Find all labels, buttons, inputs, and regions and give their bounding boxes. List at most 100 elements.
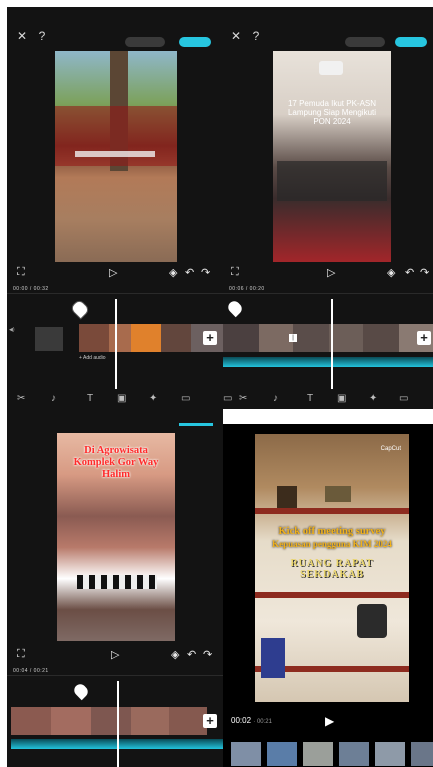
video-preview: 17 Pemuda Ikut PK-ASN Lampung Siap Mengi… — [273, 51, 391, 262]
clip-thumb[interactable] — [411, 742, 433, 766]
format-icon[interactable]: ▭ — [399, 393, 408, 404]
playback-controls: ⛶ ▷ ◈ ↶ ↷ — [7, 645, 223, 665]
marker-pin[interactable] — [69, 298, 91, 320]
playhead[interactable] — [117, 681, 119, 767]
marker-pin[interactable] — [71, 681, 91, 701]
timecode: 00:00 / 00:32 — [13, 286, 49, 292]
format-icon[interactable]: ▭ — [223, 393, 232, 404]
clip-thumb — [329, 324, 363, 352]
audio-icon[interactable]: ♪ — [273, 393, 278, 404]
sticker-icon[interactable]: ▣ — [337, 393, 346, 404]
active-tab-indicator — [179, 423, 213, 426]
video-clip-strip[interactable] — [79, 324, 223, 352]
effects-icon[interactable]: ✦ — [149, 393, 157, 404]
expand-icon[interactable]: ⛶ — [17, 266, 25, 279]
timecode: 00:06 / 00:20 — [229, 286, 265, 292]
undo-icon[interactable]: ↶ — [187, 648, 196, 661]
video-caption: 17 Pemuda Ikut PK-ASN Lampung Siap Mengi… — [287, 99, 377, 126]
audio-icon[interactable]: ♪ — [51, 393, 56, 404]
ruler — [7, 675, 223, 676]
plus-icon[interactable]: + — [417, 331, 431, 345]
marker-pin[interactable] — [225, 298, 245, 318]
shelf — [255, 508, 409, 514]
audio-waveform[interactable] — [223, 357, 433, 367]
room-sign: RUANG RAPAT SEKDAKAB — [290, 558, 374, 580]
playback-controls: ⛶ ▷ ◈ ↶ ↷ — [223, 263, 433, 283]
caption-line-1: Kick off meeting survey — [278, 526, 386, 537]
expand-icon[interactable]: ⛶ — [231, 266, 239, 279]
thumbnail-strip[interactable] — [231, 742, 433, 766]
time-current: 00:02 — [231, 716, 252, 725]
clip-thumb[interactable] — [375, 742, 405, 766]
clip-thumb — [169, 707, 207, 735]
transition-icon[interactable]: | — [289, 334, 297, 342]
help-icon[interactable]: ? — [249, 29, 263, 43]
clip-thumb — [79, 324, 109, 352]
expand-icon[interactable]: ⛶ — [17, 648, 25, 661]
playhead[interactable] — [115, 299, 117, 389]
play-icon[interactable]: ▶ — [325, 714, 334, 728]
sticker-icon[interactable]: ▣ — [117, 393, 126, 404]
close-icon[interactable]: ✕ — [229, 29, 243, 43]
video-clip-strip[interactable] — [223, 324, 433, 352]
clip-thumb[interactable] — [303, 742, 333, 766]
clip-thumb — [11, 707, 51, 735]
clip-thumb — [293, 324, 329, 352]
timecode: 00:04 / 00:21 — [13, 668, 49, 674]
undo-icon[interactable]: ↶ — [185, 266, 194, 279]
time-total: 00:21 — [256, 719, 272, 725]
clip-thumb — [223, 324, 259, 352]
clip-thumb — [161, 324, 191, 352]
video-clip-strip[interactable] — [11, 707, 207, 735]
frame-object — [325, 486, 351, 502]
clip-thumb — [131, 707, 169, 735]
format-icon[interactable]: ▭ — [181, 393, 190, 404]
top-bar: ✕ ? — [7, 7, 223, 47]
bottom-toolbar: ✂ ♪ T ▣ ✦ ▭ — [7, 391, 223, 407]
speaker-icon[interactable]: ◀) — [9, 327, 15, 333]
redo-icon[interactable]: ↷ — [203, 648, 212, 661]
clip-thumb[interactable] — [339, 742, 369, 766]
cover-thumb[interactable] — [35, 327, 63, 351]
split-icon[interactable]: ✂ — [17, 393, 25, 404]
clip-thumb[interactable] — [267, 742, 297, 766]
resolution-pill[interactable] — [125, 37, 165, 47]
export-button[interactable] — [179, 37, 211, 47]
add-audio-label[interactable]: + Add audio — [79, 355, 106, 361]
text-icon[interactable]: T — [87, 393, 93, 404]
clip-thumb — [131, 324, 161, 352]
export-button[interactable] — [395, 37, 427, 47]
playhead[interactable] — [331, 299, 333, 389]
help-icon[interactable]: ? — [35, 29, 49, 43]
keyframe-icon[interactable]: ◈ — [387, 266, 395, 279]
split-icon[interactable]: ✂ — [239, 393, 247, 404]
redo-icon[interactable]: ↷ — [420, 266, 429, 279]
redo-icon[interactable]: ↷ — [201, 266, 210, 279]
video-player-panel: CapCut Kick off meeting survey Kepuasan … — [223, 424, 433, 767]
editor-panel-2: ✕ ? 17 Pemuda Ikut PK-ASN Lampung Siap M… — [223, 7, 433, 409]
video-preview: CapCut Kick off meeting survey Kepuasan … — [255, 434, 409, 702]
play-icon[interactable]: ▷ — [111, 648, 119, 661]
play-icon[interactable]: ▷ — [109, 266, 117, 279]
clip-thumb — [109, 324, 131, 352]
keyframe-icon[interactable]: ◈ — [169, 266, 177, 279]
text-icon[interactable]: T — [307, 393, 313, 404]
banner — [75, 151, 155, 157]
resolution-pill[interactable] — [345, 37, 385, 47]
effects-icon[interactable]: ✦ — [369, 393, 377, 404]
undo-icon[interactable]: ↶ — [405, 266, 414, 279]
bottom-toolbar: ▭ ✂ ♪ T ▣ ✦ ▭ — [223, 391, 433, 407]
close-icon[interactable]: ✕ — [15, 29, 29, 43]
trophy — [357, 604, 387, 638]
ruler — [223, 293, 433, 294]
caption-line-2: Kepuasan pengguna KIM 2024 — [272, 539, 392, 549]
clip-thumb[interactable] — [231, 742, 261, 766]
plus-icon[interactable]: + — [203, 714, 217, 728]
ruler — [7, 293, 223, 294]
ceiling-light — [319, 61, 343, 75]
play-icon[interactable]: ▷ — [327, 266, 335, 279]
plus-icon[interactable]: + — [203, 331, 217, 345]
keyframe-icon[interactable]: ◈ — [171, 648, 179, 661]
clip-thumb — [259, 324, 293, 352]
clip-thumb — [91, 707, 131, 735]
